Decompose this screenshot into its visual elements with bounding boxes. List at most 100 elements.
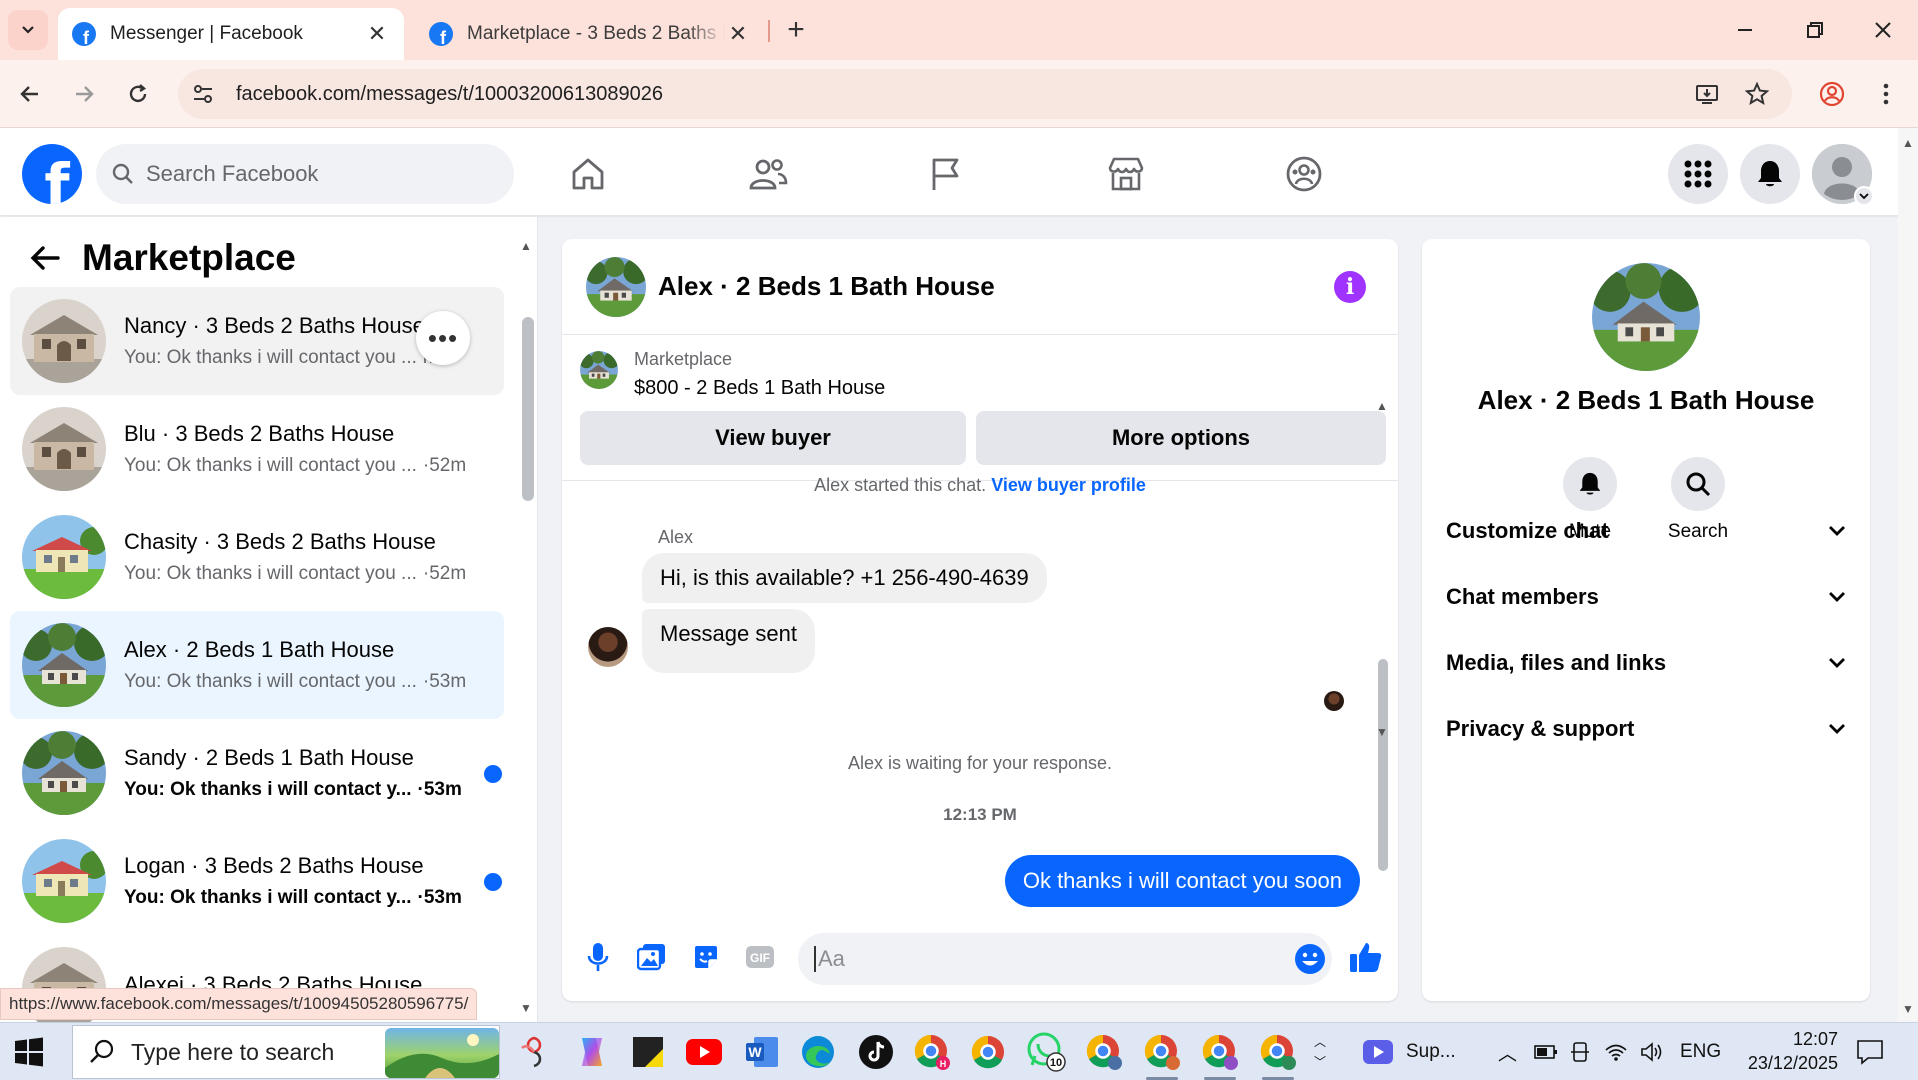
chat-title[interactable]: Alex · 2 Beds 1 Bath House	[658, 271, 995, 302]
back-button[interactable]	[10, 74, 50, 114]
taskbar-chrome-icon[interactable]	[968, 1032, 1008, 1072]
conversation-item[interactable]: Logan · 3 Beds 2 Baths House You: Ok than…	[10, 827, 504, 935]
taskbar-overflow-arrows[interactable]: ︿ ﹀	[1314, 1023, 1326, 1080]
conversation-item[interactable]: Nancy · 3 Beds 2 Baths House You: Ok than…	[10, 287, 504, 395]
view-buyer-button[interactable]: View buyer	[580, 411, 966, 465]
notification-center-icon[interactable]	[1856, 1023, 1884, 1080]
back-arrow-button[interactable]	[26, 239, 64, 277]
taskbar-running-app[interactable]: Sup...	[1362, 1023, 1456, 1080]
scroll-down-arrow-icon[interactable]: ▼	[520, 1001, 532, 1015]
taskbar-app-pinwheel-icon[interactable]	[514, 1032, 554, 1072]
nav-friends[interactable]	[740, 146, 796, 202]
nav-marketplace[interactable]	[1098, 146, 1154, 202]
sticker-button[interactable]	[686, 937, 726, 977]
section-chat-members[interactable]: Chat members	[1446, 569, 1846, 625]
conversation-list-scrollbar[interactable]	[522, 317, 534, 501]
chat-scrollbar[interactable]	[1378, 659, 1388, 871]
tray-language[interactable]: ENG	[1680, 1023, 1721, 1080]
taskbar-chrome-profile-purple-icon[interactable]	[1200, 1032, 1240, 1080]
taskbar-edge-icon[interactable]	[798, 1032, 838, 1072]
taskbar-chrome-profile-active-icon[interactable]	[1142, 1032, 1182, 1080]
section-privacy-support[interactable]: Privacy & support	[1446, 701, 1846, 757]
tab-close-icon[interactable]: ✕	[364, 21, 390, 47]
section-media-files-links[interactable]: Media, files and links	[1446, 635, 1846, 691]
message-input-wrapper[interactable]	[798, 933, 1332, 985]
tab-marketplace[interactable]: f Marketplace - 3 Beds 2 Baths H ✕	[415, 8, 765, 60]
message-input[interactable]	[814, 946, 1254, 972]
facebook-search[interactable]	[96, 144, 514, 204]
close-window-button[interactable]	[1858, 10, 1908, 50]
taskbar-chrome-profile-icon[interactable]	[1084, 1032, 1124, 1072]
browser-menu-button[interactable]	[1866, 74, 1906, 114]
tray-battery-icon[interactable]	[1534, 1023, 1558, 1080]
gif-button[interactable]: GIF	[740, 937, 780, 977]
taskbar-copilot-icon[interactable]	[572, 1032, 612, 1072]
taskbar-word-icon[interactable]: W	[742, 1032, 782, 1072]
facebook-logo[interactable]: f	[22, 144, 82, 204]
emoji-button[interactable]	[1294, 943, 1326, 975]
page-scrollbar[interactable]	[1898, 128, 1918, 1022]
tray-show-hidden-icon[interactable]: ︿	[1498, 1023, 1517, 1080]
tab-close-icon[interactable]: ✕	[725, 21, 751, 47]
url-text[interactable]: facebook.com/messages/t/1000320061308902…	[236, 83, 663, 106]
account-avatar[interactable]	[1812, 144, 1874, 206]
install-app-icon[interactable]	[1688, 75, 1726, 113]
taskbar-tiktok-icon[interactable]	[856, 1032, 896, 1072]
page-scroll-down-icon[interactable]: ▼	[1902, 1002, 1914, 1016]
tray-volume-icon[interactable]	[1640, 1023, 1664, 1080]
listing-thumbnail[interactable]	[580, 351, 618, 389]
scroll-up-arrow-icon[interactable]: ▲	[520, 239, 532, 253]
taskbar-search-input[interactable]	[131, 1038, 391, 1066]
send-like-button[interactable]	[1346, 937, 1386, 977]
conversation-item[interactable]: Alex · 2 Beds 1 Bath House You: Ok thanks…	[10, 611, 504, 719]
incoming-message[interactable]: Message sent	[642, 609, 815, 673]
address-bar[interactable]: facebook.com/messages/t/1000320061308902…	[178, 69, 1792, 119]
taskbar-sticky-notes-icon[interactable]	[628, 1032, 668, 1072]
nav-home[interactable]	[560, 146, 616, 202]
listing-price-title[interactable]: $800 - 2 Beds 1 Bath House	[634, 377, 885, 400]
menu-button[interactable]	[1668, 144, 1728, 204]
chat-scroll-down-icon[interactable]: ▼	[1376, 725, 1388, 739]
sender-avatar[interactable]	[588, 627, 628, 667]
restore-button[interactable]	[1790, 10, 1840, 50]
taskbar-whatsapp-icon[interactable]: 10	[1026, 1032, 1066, 1072]
conversation-item[interactable]: Sandy · 2 Beds 1 Bath House You: Ok thank…	[10, 719, 504, 827]
forward-button[interactable]	[64, 74, 104, 114]
info-icon[interactable]: i	[1334, 271, 1366, 303]
conversation-item[interactable]: Blu · 3 Beds 2 Baths House You: Ok thanks…	[10, 395, 504, 503]
chat-avatar[interactable]	[586, 256, 646, 317]
conversation-more-button[interactable]: •••	[416, 311, 470, 365]
attach-photo-button[interactable]	[632, 937, 672, 977]
nav-pages[interactable]	[918, 146, 974, 202]
tray-clock[interactable]: 12:07 23/12/2025	[1718, 1027, 1838, 1075]
taskbar-search[interactable]	[72, 1025, 500, 1079]
tab-messenger[interactable]: f Messenger | Facebook ✕	[58, 8, 404, 60]
details-avatar[interactable]	[1592, 263, 1700, 371]
taskbar-chrome-profile-green-icon[interactable]	[1258, 1032, 1298, 1080]
windows-start-icon[interactable]	[14, 1037, 44, 1067]
svg-text:H: H	[940, 1059, 947, 1069]
new-tab-button[interactable]: +	[778, 12, 814, 48]
search-input[interactable]	[146, 161, 446, 187]
section-customize-chat[interactable]: Customize chat	[1446, 503, 1846, 559]
tray-wifi-icon[interactable]	[1604, 1023, 1628, 1080]
tray-phone-link-icon[interactable]	[1570, 1023, 1590, 1080]
tab-search-dropdown[interactable]	[8, 10, 48, 50]
minimize-button[interactable]	[1720, 10, 1770, 50]
reload-button[interactable]	[118, 74, 158, 114]
notifications-button[interactable]	[1740, 144, 1800, 204]
nav-groups[interactable]	[1276, 146, 1332, 202]
taskbar-youtube-icon[interactable]	[684, 1032, 724, 1072]
voice-clip-button[interactable]	[578, 937, 618, 977]
incoming-message[interactable]: Hi, is this available? +1 256-490-4639	[642, 553, 1047, 603]
outgoing-message[interactable]: Ok thanks i will contact you soon	[1004, 855, 1360, 907]
view-buyer-profile-link[interactable]: View buyer profile	[991, 475, 1146, 495]
bookmark-star-icon[interactable]	[1738, 75, 1776, 113]
taskbar-chrome-profile-h-icon[interactable]: H	[912, 1032, 952, 1072]
profile-button[interactable]	[1812, 74, 1852, 114]
site-info-icon[interactable]	[178, 82, 228, 106]
conversation-item[interactable]: Chasity · 3 Beds 2 Baths House You: Ok th…	[10, 503, 504, 611]
page-scroll-up-icon[interactable]: ▲	[1902, 136, 1914, 150]
more-options-button[interactable]: More options	[976, 411, 1386, 465]
chat-scroll-up-icon[interactable]: ▲	[1376, 399, 1388, 413]
